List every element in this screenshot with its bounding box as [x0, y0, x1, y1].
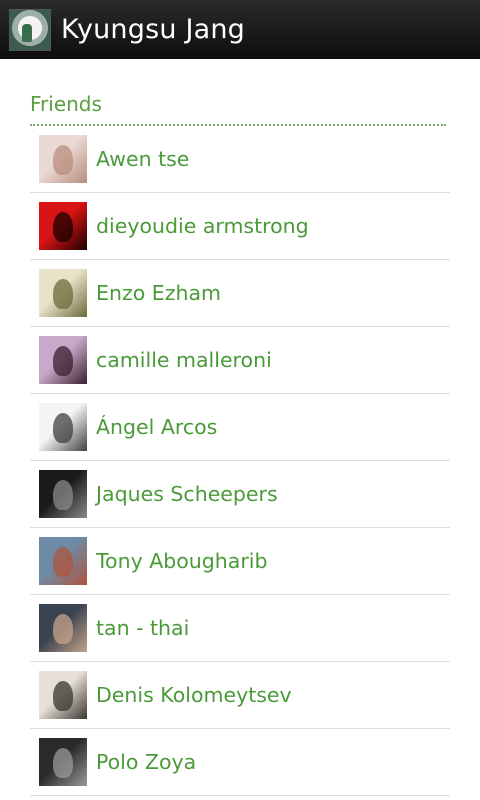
friend-name: Jaques Scheepers [96, 482, 278, 506]
page-title: Kyungsu Jang [61, 14, 246, 45]
friend-avatar [39, 470, 87, 518]
friend-name: tan - thai [96, 616, 190, 640]
friend-name: Awen tse [96, 147, 190, 171]
friend-avatar [39, 403, 87, 451]
friend-list-item[interactable]: Awen tse [30, 126, 450, 193]
title-bar: Kyungsu Jang [0, 0, 480, 59]
friend-list-item[interactable]: tan - thai [30, 595, 450, 662]
friend-list-item[interactable]: Enzo Ezham [30, 260, 450, 327]
friend-list-item[interactable]: Jaques Scheepers [30, 461, 450, 528]
friend-avatar [39, 269, 87, 317]
friend-name: Ángel Arcos [96, 415, 218, 439]
friend-name: Denis Kolomeytsev [96, 683, 292, 707]
friend-list-item[interactable]: dieyoudie armstrong [30, 193, 450, 260]
friend-list-item[interactable]: Tony Abougharib [30, 528, 450, 595]
friend-avatar [39, 604, 87, 652]
section-header-friends: Friends [30, 59, 446, 126]
friend-list-item[interactable]: Polo Zoya [30, 729, 450, 796]
friend-list-item[interactable]: camille malleroni [30, 327, 450, 394]
friend-list-item[interactable]: Ángel Arcos [30, 394, 450, 461]
friend-list: Awen tse dieyoudie armstrong Enzo Ezham cam… [30, 126, 450, 796]
profile-photo-icon[interactable] [9, 8, 51, 51]
friend-list-item[interactable]: Denis Kolomeytsev [30, 662, 450, 729]
friends-panel: Friends Awen tse dieyoudie armstrong Enzo … [30, 59, 450, 796]
friend-avatar [39, 671, 87, 719]
friend-avatar [39, 738, 87, 786]
friend-name: Enzo Ezham [96, 281, 222, 305]
friend-avatar [39, 202, 87, 250]
friend-name: dieyoudie armstrong [96, 214, 309, 238]
friend-avatar [39, 537, 87, 585]
friend-avatar [39, 135, 87, 183]
friend-avatar [39, 336, 87, 384]
friend-name: camille malleroni [96, 348, 272, 372]
friend-name: Tony Abougharib [96, 549, 268, 573]
friend-name: Polo Zoya [96, 750, 197, 774]
